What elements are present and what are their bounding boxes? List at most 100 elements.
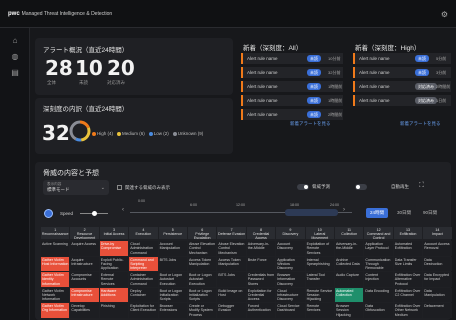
new_all-alert-row[interactable]: Alert rule name 未読 32分前 <box>241 67 343 78</box>
play-button[interactable] <box>44 209 53 218</box>
technique-cell[interactable]: Exploitation of Remote Services <box>305 241 334 256</box>
new_high-alert-row[interactable]: Alert rule name 未読 5分前 <box>353 53 451 64</box>
technique-cell[interactable]: Command and Scripting Interpreter <box>129 256 158 271</box>
technique-cell[interactable]: Cloud Administration Command <box>129 241 158 256</box>
technique-cell[interactable]: Adversary-in-the-Middle <box>335 241 364 256</box>
technique-cell[interactable]: Build Image on Host <box>217 287 246 302</box>
tactic-header[interactable]: 11 Collection <box>335 227 364 239</box>
technique-cell[interactable]: Communication Through Removable Media <box>364 256 393 271</box>
technique-cell[interactable]: Exploit Public-Facing Application <box>99 256 129 271</box>
technique-cell[interactable]: Exfiltration Over Other Network Medium <box>393 303 423 318</box>
tactic-header[interactable]: 1 Reconnaissance <box>41 227 70 239</box>
speed-slider-handle[interactable] <box>92 211 97 216</box>
list-icon[interactable]: ▤ <box>10 68 20 78</box>
technique-cell[interactable]: Exploitation for Client Execution <box>129 303 158 318</box>
technique-cell[interactable]: Automated Exfiltration <box>393 241 423 256</box>
technique-cell[interactable]: Active Scanning <box>41 241 70 256</box>
tactic-header[interactable]: 12 Command and Control <box>364 227 393 239</box>
globe-icon[interactable]: ◍ <box>10 52 20 62</box>
technique-cell[interactable]: Cloud Service Dashboard <box>276 303 305 318</box>
related-only-checkbox[interactable] <box>117 185 122 190</box>
new-all-more-link[interactable]: 新着アラートを見る <box>290 121 331 127</box>
technique-cell[interactable]: Exploitation for Credential Access <box>246 287 276 302</box>
technique-cell[interactable]: Data Obfuscation <box>364 303 393 318</box>
technique-cell[interactable]: Data Encrypted for Impact <box>423 272 452 287</box>
timeline-next-icon[interactable]: › <box>343 207 345 213</box>
technique-cell[interactable]: Application Layer Protocol <box>364 241 393 256</box>
technique-cell[interactable]: Create or Modify System Process <box>188 303 217 318</box>
tactic-header[interactable]: 3 Initial Access <box>99 227 129 239</box>
technique-cell[interactable]: Automated Collection <box>335 287 364 302</box>
technique-cell[interactable]: Cloud Infrastructure Discovery <box>276 287 305 302</box>
timeline-prev-icon[interactable]: ‹ <box>122 207 124 213</box>
technique-cell[interactable]: Access Token Manipulation <box>188 256 217 271</box>
fullscreen-icon[interactable]: ⛶ <box>419 182 424 190</box>
technique-cell[interactable]: Data Encoding <box>364 287 393 302</box>
tactic-header[interactable]: 4 Execution <box>129 227 158 239</box>
technique-cell[interactable]: Compromise Infrastructure <box>70 287 99 302</box>
new_all-alert-row[interactable]: Alert rule name 未読 10分前 <box>241 53 343 64</box>
technique-cell[interactable]: Adversary-in-the-Middle <box>246 241 276 256</box>
technique-cell[interactable]: Acquire Access <box>70 241 99 256</box>
new_high-alert-row[interactable]: Alert rule name 対応済み 2時間前 <box>353 81 451 92</box>
technique-cell[interactable]: Browser Session Hijacking <box>335 303 364 318</box>
technique-cell[interactable]: Boot or Logon Autostart Execution <box>188 272 217 287</box>
technique-cell[interactable]: Boot or Logon Initialization Scripts <box>188 287 217 302</box>
tactic-header[interactable]: 8 Credential Access <box>246 227 276 239</box>
technique-cell[interactable]: Data Transfer Size Limits <box>393 256 423 271</box>
technique-cell[interactable]: Content Injection <box>364 272 393 287</box>
new_all-alert-row[interactable]: Alert rule name 未読 1時間前 <box>241 95 343 106</box>
technique-cell[interactable]: BITS Jobs <box>158 256 187 271</box>
technique-cell[interactable]: Hardware Additions <box>99 287 129 302</box>
new-high-more-link[interactable]: 新着アラートを見る <box>400 121 441 127</box>
range-30d-button[interactable]: 30日間 <box>393 208 415 218</box>
new_all-alert-row[interactable]: Alert rule name 未読 2時間前 <box>241 109 343 120</box>
new_high-alert-row[interactable]: Alert rule name 対応済み 1日前 <box>353 95 451 106</box>
technique-cell[interactable]: Boot or Logon Initialization Scripts <box>158 287 187 302</box>
technique-cell[interactable]: Container Administration Command <box>129 272 158 287</box>
technique-cell[interactable]: Lateral Tool Transfer <box>305 272 334 287</box>
technique-cell[interactable]: Browser Information Discovery <box>276 272 305 287</box>
technique-cell[interactable]: Forced Authentication <box>246 303 276 318</box>
timeline-selection[interactable] <box>285 209 338 216</box>
technique-cell[interactable]: External Remote Services <box>99 272 129 287</box>
technique-cell[interactable]: Develop Capabilities <box>70 303 99 318</box>
technique-cell[interactable]: Debugger Evasion <box>217 303 246 318</box>
technique-cell[interactable]: Boot or Logon Autostart Execution <box>158 272 187 287</box>
home-icon[interactable]: ⌂ <box>10 36 20 46</box>
technique-cell[interactable]: BITS Jobs <box>217 272 246 287</box>
technique-cell[interactable]: Remote Service Session Hijacking <box>305 287 334 302</box>
technique-cell[interactable]: Exfiltration Over Alternative Protocol <box>393 272 423 287</box>
technique-cell[interactable]: Acquire Infrastructure <box>70 256 99 271</box>
technique-cell[interactable]: Account Manipulation <box>158 241 187 256</box>
technique-cell[interactable]: Brute Force <box>246 256 276 271</box>
technique-cell[interactable]: Gather Victim Network Information <box>41 287 70 302</box>
tactic-header[interactable]: 7 Defense Evasion <box>217 227 246 239</box>
auto-play-toggle[interactable] <box>355 184 367 190</box>
technique-cell[interactable]: Gather Victim Host Information <box>41 256 70 271</box>
technique-cell[interactable]: Data Manipulation <box>423 287 452 302</box>
settings-gear-icon[interactable]: ⚙ <box>441 10 448 19</box>
technique-cell[interactable]: Gather Victim Org Information <box>41 303 70 318</box>
technique-cell[interactable]: Access Token Manipulation <box>217 256 246 271</box>
technique-cell[interactable]: Audio Capture <box>335 272 364 287</box>
range-90d-button[interactable]: 90日間 <box>419 208 441 218</box>
tactic-header[interactable]: 9 Discovery <box>276 227 305 239</box>
range-24h-button[interactable]: 24時間 <box>366 208 388 218</box>
technique-cell[interactable]: Abuse Elevation Control Mechanism <box>217 241 246 256</box>
technique-cell[interactable]: Gather Victim Identity Information <box>41 272 70 287</box>
tactic-header[interactable]: 10 Lateral Movement <box>305 227 334 239</box>
technique-cell[interactable]: Exfiltration Over C2 Channel <box>393 287 423 302</box>
technique-cell[interactable]: Archive Collected Data <box>335 256 364 271</box>
technique-cell[interactable]: Internal Spearphishing <box>305 256 334 271</box>
new_high-alert-row[interactable]: Alert rule name 未読 3分前 <box>353 67 451 78</box>
technique-cell[interactable]: Abuse Elevation Control Mechanism <box>188 241 217 256</box>
technique-cell[interactable]: Phishing <box>99 303 129 318</box>
technique-cell[interactable]: Remote Services <box>305 303 334 318</box>
technique-cell[interactable]: Application Window Discovery <box>276 256 305 271</box>
technique-cell[interactable]: Account Access Removal <box>423 241 452 256</box>
tactic-header[interactable]: 2 Resource Development <box>70 227 99 239</box>
technique-cell[interactable]: Defacement <box>423 303 452 318</box>
prediction-toggle[interactable] <box>297 184 309 190</box>
tactic-header[interactable]: 6 Privilege Escalation <box>188 227 217 239</box>
